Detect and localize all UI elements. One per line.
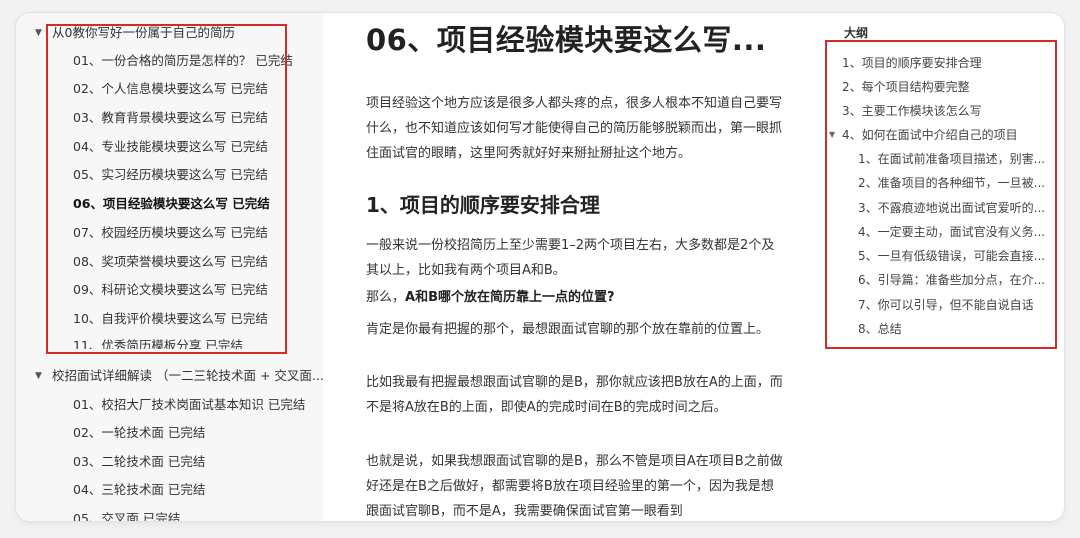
paragraph-4: 比如我最有把握最想跟面试官聊的是B，那你就应该把B放在A的上面，而不是将A放在B…	[366, 375, 783, 415]
paragraph-2: 那么，A和B哪个放在简历靠上一点的位置?	[366, 285, 784, 310]
sidebar-group-label: 从0教你写好一份属于自己的简历	[52, 25, 235, 40]
outline-subitem-1[interactable]: 1、在面试前准备项目描述，别害...	[858, 148, 1048, 170]
sidebar-group-label: 校招面试详细解读 （一二三轮技术面 + 交叉面...	[52, 368, 323, 383]
sidebar-item-06-active[interactable]: 06、项目经验模块要这么写 已完结	[16, 193, 313, 215]
sidebar-item-08[interactable]: 08、奖项荣誉模块要这么写 已完结	[16, 251, 313, 273]
sidebar-item-02[interactable]: 02、个人信息模块要这么写 已完结	[16, 78, 313, 100]
sidebar-item-03[interactable]: 03、教育背景模块要这么写 已完结	[16, 107, 313, 129]
paragraph-2-bold: A和B哪个放在简历靠上一点的位置?	[405, 290, 615, 305]
sidebar-item-interview-03[interactable]: 03、二轮技术面 已完结	[16, 451, 313, 473]
paragraph-3: 肯定是你最有把握的那个，最想跟面试官聊的那个放在靠前的位置上。	[366, 322, 770, 337]
article-content: 06、项目经验模块要这么写... 项目经验这个地方应该是很多人都头疼的点，很多人…	[323, 13, 793, 521]
sidebar-item-07[interactable]: 07、校园经历模块要这么写 已完结	[16, 222, 313, 244]
outline-subitem-4[interactable]: 4、一定要主动，面试官没有义务...	[858, 221, 1048, 243]
sidebar-item-04[interactable]: 04、专业技能模块要这么写 已完结	[16, 136, 313, 158]
outline-subitem-3[interactable]: 3、不露痕迹地说出面试官爱听的...	[858, 197, 1048, 219]
paragraph-5: 也就是说，如果我想跟面试官聊的是B，那么不管是项目A在项目B之前做好还是在B之后…	[366, 454, 783, 519]
paragraph-2-prefix: 那么，	[366, 290, 406, 305]
app-window: ▼ 从0教你写好一份属于自己的简历 01、一份合格的简历是怎样的？ 已完结 02…	[16, 13, 1064, 521]
outline-subitem-8[interactable]: 8、总结	[858, 318, 1048, 340]
sidebar-item-interview-01[interactable]: 01、校招大厂技术岗面试基本知识 已完结	[16, 394, 313, 416]
sidebar-item-01[interactable]: 01、一份合格的简历是怎样的？ 已完结	[16, 50, 313, 72]
sidebar-group-interview[interactable]: ▼ 校招面试详细解读 （一二三轮技术面 + 交叉面...	[16, 365, 323, 387]
sidebar-item-interview-05[interactable]: 05、交叉面 已完结	[16, 508, 313, 521]
caret-down-icon[interactable]: ▼	[35, 22, 42, 44]
outline-title: 大纲	[844, 26, 869, 40]
outline-subitem-2[interactable]: 2、准备项目的各种细节，一旦被...	[858, 172, 1048, 194]
caret-down-icon[interactable]: ▼	[35, 365, 42, 387]
intro-paragraph: 项目经验这个地方应该是很多人都头疼的点，很多人根本不知道自己要写什么，也不知道应…	[366, 96, 783, 161]
outline-item-1[interactable]: 1、项目的顺序要安排合理	[842, 52, 1047, 74]
sidebar-group-resume[interactable]: ▼ 从0教你写好一份属于自己的简历	[16, 22, 323, 44]
outline-item-3[interactable]: 3、主要工作模块该怎么写	[842, 100, 1047, 122]
sidebar-toc: ▼ 从0教你写好一份属于自己的简历 01、一份合格的简历是怎样的？ 已完结 02…	[16, 13, 323, 521]
outline-subitem-7[interactable]: 7、你可以引导，但不能自说自话	[858, 294, 1048, 316]
outline-subitem-5[interactable]: 5、一旦有低级错误，可能会直接...	[858, 245, 1048, 267]
paragraph-1: 一般来说一份校招简历上至少需要1–2两个项目左右，大多数都是2个及其以上，比如我…	[366, 238, 775, 278]
sidebar-item-10[interactable]: 10、自我评价模块要这么写 已完结	[16, 308, 313, 330]
section-heading: 1、项目的顺序要安排合理	[366, 193, 600, 217]
sidebar-item-09[interactable]: 09、科研论文模块要这么写 已完结	[16, 279, 313, 301]
page-title: 06、项目经验模块要这么写...	[366, 23, 767, 57]
caret-down-icon[interactable]: ▼	[829, 124, 835, 146]
outline-panel: 大纲 1、项目的顺序要安排合理 2、每个项目结构要完整 3、主要工作模块该怎么写…	[793, 13, 1064, 521]
sidebar-item-05[interactable]: 05、实习经历模块要这么写 已完结	[16, 164, 313, 186]
sidebar-item-interview-04[interactable]: 04、三轮技术面 已完结	[16, 479, 313, 501]
sidebar-item-11[interactable]: 11、优秀简历模板分享 已完结	[16, 335, 313, 349]
outline-item-4[interactable]: 4、如何在面试中介绍自己的项目	[842, 124, 1047, 146]
sidebar-item-interview-02[interactable]: 02、一轮技术面 已完结	[16, 422, 313, 444]
outline-item-2[interactable]: 2、每个项目结构要完整	[842, 76, 1047, 98]
outline-subitem-6[interactable]: 6、引导篇：准备些加分点，在介...	[858, 269, 1048, 291]
highlight-box	[46, 24, 287, 354]
